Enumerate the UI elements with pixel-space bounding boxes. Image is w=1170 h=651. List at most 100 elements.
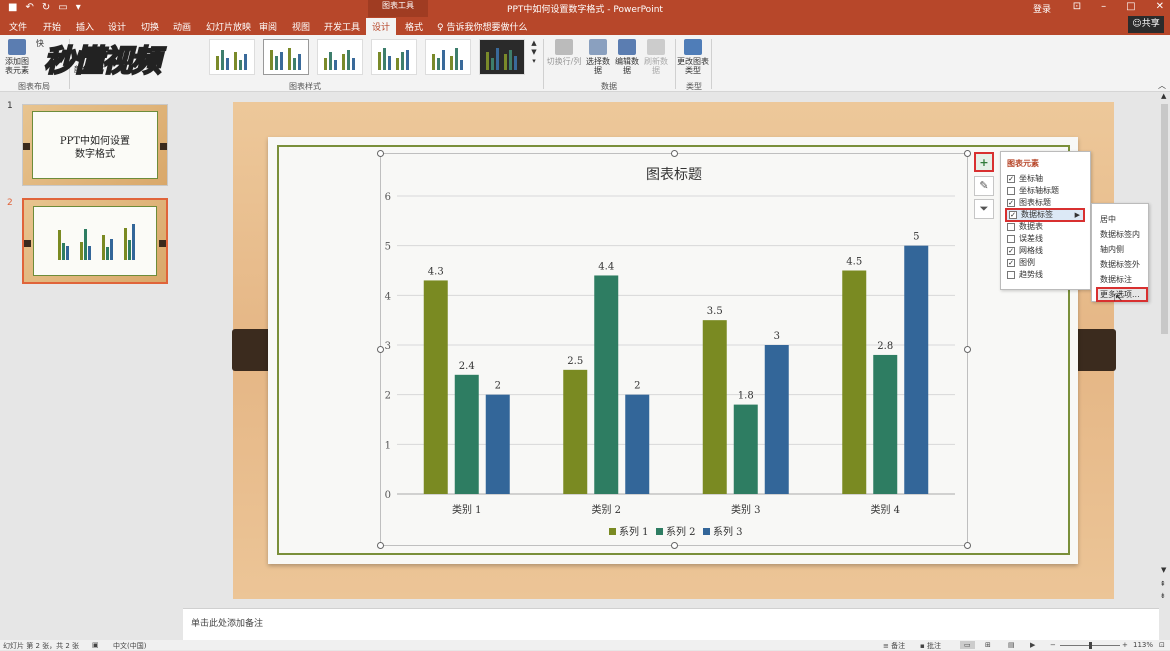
chart-element-option[interactable]: ✓ 图例 (1007, 258, 1035, 268)
refresh-data-button[interactable]: 刷新数据 (641, 39, 671, 75)
checkbox-icon[interactable] (1007, 271, 1015, 279)
slide-thumbnail-1[interactable]: PPT中如何设置 数字格式 (22, 104, 168, 186)
chart-elements-button[interactable]: + (974, 152, 994, 172)
data-label-option[interactable]: 数据标注 (1100, 274, 1132, 285)
data-label-option[interactable]: 数据标签内 (1100, 229, 1140, 240)
resize-handle[interactable] (671, 542, 678, 549)
edit-data-button[interactable]: 编辑数据 (614, 39, 640, 75)
collapse-ribbon-icon[interactable]: ︿ (1158, 81, 1166, 90)
chart-style-option[interactable] (263, 39, 309, 75)
select-data-button[interactable]: 选择数据 (583, 39, 613, 75)
maximize-icon[interactable]: □ (1126, 1, 1135, 12)
chart-style-option[interactable] (317, 39, 363, 75)
ribbon-display-icon[interactable]: ⊡ (1073, 1, 1081, 12)
resize-handle[interactable] (671, 150, 678, 157)
normal-view-button[interactable]: ▭ (960, 641, 975, 649)
tab-file[interactable]: 文件 (9, 20, 27, 33)
gallery-scroll-icon[interactable]: ▲ ▼ ▾ (530, 39, 538, 66)
tab-format[interactable]: 格式 (405, 20, 423, 33)
chart-element-option[interactable]: ✓ 数据标签 ▶ (1005, 208, 1085, 222)
checkbox-checked-icon[interactable]: ✓ (1007, 199, 1015, 207)
chart-element-option[interactable]: ✓ 坐标轴 (1007, 174, 1043, 184)
submenu-arrow-icon[interactable]: ▶ (1075, 210, 1080, 220)
notes-pane[interactable]: 单击此处添加备注 (183, 608, 1159, 640)
tab-insert[interactable]: 插入 (76, 20, 94, 33)
switch-row-column-button[interactable]: 切换行/列 (546, 39, 582, 66)
chart-title[interactable]: 图表标题 (380, 164, 968, 184)
chart-element-label: 坐标轴 (1019, 174, 1043, 183)
resize-handle[interactable] (964, 542, 971, 549)
chart-element-option[interactable]: ✓ 网格线 (1007, 246, 1043, 256)
chart-style-option[interactable] (371, 39, 417, 75)
reading-view-button[interactable]: ▤ (1008, 641, 1015, 649)
close-icon[interactable]: ✕ (1156, 1, 1164, 12)
chart-style-option[interactable] (425, 39, 471, 75)
chart-element-option[interactable]: 误差线 (1007, 234, 1043, 244)
checkbox-checked-icon[interactable]: ✓ (1007, 247, 1015, 255)
chart-area[interactable] (380, 153, 968, 546)
tab-home[interactable]: 开始 (43, 20, 61, 33)
checkbox-icon[interactable] (1007, 223, 1015, 231)
slide-sorter-button[interactable]: ⊞ (985, 641, 991, 649)
zoom-slider-thumb[interactable] (1089, 642, 1092, 649)
chart-filters-button[interactable]: ⏷ (974, 199, 994, 219)
ribbon-separator (675, 39, 676, 89)
add-chart-element-button[interactable]: 添加图表元素 (2, 39, 32, 75)
slide-thumbnail-2[interactable] (22, 198, 168, 284)
tab-design[interactable]: 设计 (108, 20, 126, 33)
tab-transitions[interactable]: 切换 (141, 20, 159, 33)
data-label-option[interactable]: 居中 (1100, 214, 1116, 225)
chart-element-option[interactable]: 坐标轴标题 (1007, 186, 1059, 196)
vertical-scrollbar[interactable]: ▲ ▼ ⇞ ⇟ (1159, 92, 1170, 640)
add-chart-element-label: 添加图表元素 (5, 57, 29, 75)
share-button[interactable]: ☺共享 (1128, 16, 1164, 33)
chart-style-option[interactable] (479, 39, 525, 75)
resize-handle[interactable] (377, 346, 384, 353)
chart-style-option[interactable] (209, 39, 255, 75)
checkbox-icon[interactable] (1007, 235, 1015, 243)
tab-animations[interactable]: 动画 (173, 20, 191, 33)
tab-slideshow[interactable]: 幻灯片放映 (206, 20, 251, 33)
tab-developer[interactable]: 开发工具 (324, 20, 360, 33)
data-label-option[interactable]: 轴内侧 (1100, 244, 1124, 255)
status-bar: 幻灯片 第 2 张，共 2 张 ▣ 中文(中国) ≡ 备注 ▪ 批注 ▭ ⊞ ▤… (0, 640, 1170, 650)
scrollbar-thumb[interactable] (1161, 104, 1168, 334)
scroll-down-icon[interactable]: ▼ (1161, 566, 1166, 574)
resize-handle[interactable] (377, 542, 384, 549)
tab-view[interactable]: 视图 (292, 20, 310, 33)
login-link[interactable]: 登录 (1033, 2, 1051, 15)
tab-chart-design[interactable]: 设计 (366, 18, 397, 35)
group-label-data: 数据 (601, 82, 617, 91)
fit-slide-icon[interactable]: ⊡ (1159, 641, 1165, 649)
minimize-icon[interactable]: – (1101, 1, 1106, 12)
chart-element-option[interactable]: 数据表 (1007, 222, 1043, 232)
resize-handle[interactable] (964, 150, 971, 157)
tell-me-search[interactable]: ♀ 告诉我你想要做什么 (437, 20, 527, 33)
checkbox-checked-icon[interactable]: ✓ (1009, 211, 1017, 219)
scroll-up-icon[interactable]: ▲ (1161, 92, 1166, 100)
next-slide-icon[interactable]: ⇟ (1160, 592, 1166, 600)
chart-styles-button[interactable]: ✎ (974, 176, 994, 196)
checkbox-checked-icon[interactable]: ✓ (1007, 259, 1015, 267)
checkbox-checked-icon[interactable]: ✓ (1007, 175, 1015, 183)
zoom-out-button[interactable]: − (1050, 641, 1056, 649)
data-label-option[interactable]: 数据标签外 (1100, 259, 1140, 270)
zoom-level[interactable]: 113% (1133, 641, 1153, 649)
filter-icon: ⏷ (979, 202, 989, 215)
prev-slide-icon[interactable]: ⇞ (1160, 580, 1166, 588)
spellcheck-icon[interactable]: ▣ (92, 641, 99, 649)
zoom-in-button[interactable]: + (1122, 641, 1128, 649)
checkbox-icon[interactable] (1007, 187, 1015, 195)
resize-handle[interactable] (964, 346, 971, 353)
chart-element-option[interactable]: 趋势线 (1007, 270, 1043, 280)
person-icon: ☺ (1132, 19, 1142, 29)
select-data-icon (589, 39, 607, 55)
chart-element-label: 数据标签 (1021, 210, 1053, 219)
document-title: PPT中如何设置数字格式 - PowerPoint (507, 5, 663, 15)
chart-element-label: 图例 (1019, 258, 1035, 267)
change-chart-type-button[interactable]: 更改图表类型 (677, 39, 709, 75)
chart-element-option[interactable]: ✓ 图表标题 (1007, 198, 1051, 208)
tab-review[interactable]: 审阅 (259, 20, 277, 33)
resize-handle[interactable] (377, 150, 384, 157)
slideshow-button[interactable]: ▶ (1030, 641, 1035, 649)
